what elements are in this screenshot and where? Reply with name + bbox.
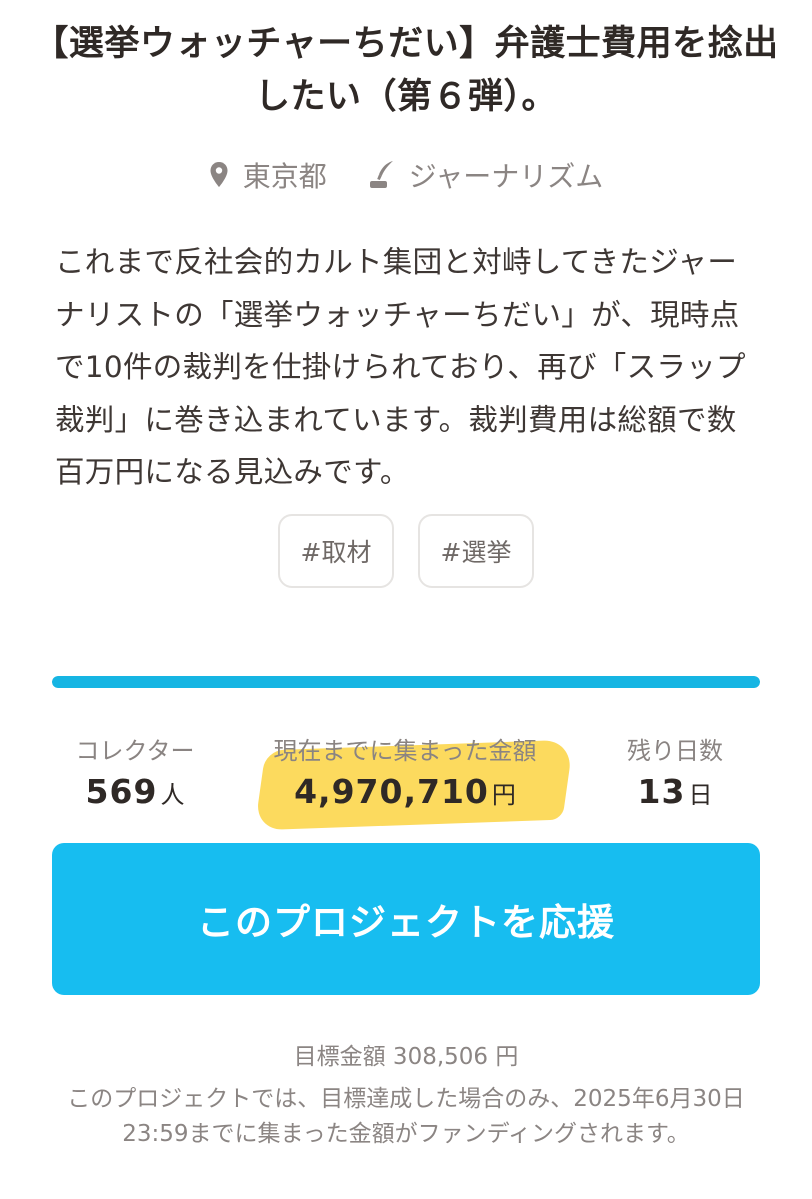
category-link[interactable]: ジャーナリズム: [369, 155, 604, 195]
amount-stat: 現在までに集まった金額 4,970,710 円: [250, 734, 560, 811]
collectors-count: 569: [85, 772, 158, 811]
collectors-value-row: 569 人: [60, 772, 210, 811]
tag-interview[interactable]: #取材: [278, 514, 394, 588]
amount-unit: 円: [491, 781, 516, 809]
tag-election[interactable]: #選挙: [418, 514, 534, 588]
funding-stats: コレクター 569 人 現在までに集まった金額 4,970,710 円 残り日数 1…: [0, 734, 812, 824]
funding-note: このプロジェクトでは、目標達成した場合のみ、2025年6月30日23:59までに…: [67, 1086, 745, 1147]
category-label: ジャーナリズム: [408, 160, 604, 193]
location-label: 東京都: [242, 160, 327, 193]
map-pin-icon: [210, 162, 228, 187]
quill-pen-icon: [369, 161, 393, 188]
days-left-label: 残り日数: [627, 737, 723, 765]
days-left-count: 13: [637, 772, 686, 811]
amount-label: 現在までに集まった金額: [273, 737, 537, 765]
amount-raised: 4,970,710: [294, 772, 489, 811]
project-meta: 東京都 ジャーナリズム: [0, 150, 812, 200]
tag-list: #取材 #選挙: [0, 514, 812, 588]
support-project-button[interactable]: このプロジェクトを応援: [52, 843, 760, 995]
location-link[interactable]: 東京都: [209, 155, 327, 195]
funding-progress-bar: [52, 676, 760, 688]
collectors-label: コレクター: [75, 737, 195, 765]
project-description: これまで反社会的カルト集団と対峙してきたジャーナリストの「選挙ウォッチャーちだい…: [55, 245, 746, 489]
days-left-unit: 日: [688, 781, 713, 809]
amount-value-row: 4,970,710 円: [250, 772, 560, 811]
collectors-stat: コレクター 569 人: [60, 734, 210, 811]
days-left-stat: 残り日数 13 日: [600, 734, 750, 811]
target-amount: 目標金額 308,506 円: [293, 1044, 519, 1070]
collectors-unit: 人: [160, 781, 185, 809]
funding-progress-fill: [52, 676, 760, 688]
days-left-value-row: 13 日: [600, 772, 750, 811]
project-title: 【選挙ウォッチャーちだい】弁護士費用を捻出したい（第６弾）。: [33, 24, 779, 117]
